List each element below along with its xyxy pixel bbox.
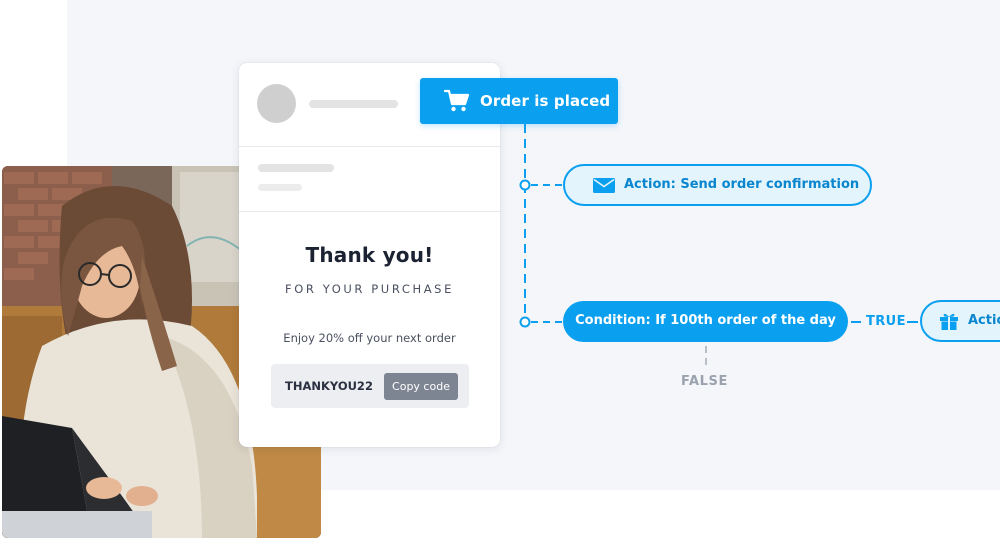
discount-offer-text: Enjoy 20% off your next order: [283, 331, 456, 345]
preview-text-placeholder: [258, 184, 302, 191]
page: Thank you! FOR YOUR PURCHASE Enjoy 20% o…: [0, 0, 1000, 540]
shopping-cart-icon: [444, 89, 470, 112]
thank-you-subheading: FOR YOUR PURCHASE: [285, 282, 454, 296]
envelope-icon: [593, 178, 615, 193]
copy-code-button[interactable]: Copy code: [384, 373, 458, 400]
email-body-divider: [239, 211, 500, 212]
avatar: [257, 84, 296, 123]
action-send-order-confirmation[interactable]: Action: Send order confirmation: [563, 164, 872, 206]
email-header-divider: [239, 146, 500, 147]
sender-name-placeholder: [309, 100, 398, 108]
thank-you-heading: Thank you!: [305, 243, 434, 267]
subject-placeholder: [258, 164, 334, 172]
action-label: Action: Send order confirmation: [624, 177, 860, 192]
true-branch-label: TRUE: [866, 314, 906, 329]
action-true-branch[interactable]: Action: [920, 300, 1000, 342]
gift-icon: [940, 313, 958, 330]
condition-label: Condition: If 100th order of the day: [575, 313, 836, 328]
false-branch-label: FALSE: [681, 374, 728, 389]
coupon-code: THANKYOU22: [285, 379, 373, 393]
true-action-label: Action: [968, 313, 1000, 328]
trigger-order-placed[interactable]: Order is placed: [420, 78, 618, 124]
coupon-box: THANKYOU22 Copy code: [271, 364, 469, 408]
condition-100th-order[interactable]: Condition: If 100th order of the day: [563, 301, 848, 342]
trigger-label: Order is placed: [480, 92, 611, 110]
